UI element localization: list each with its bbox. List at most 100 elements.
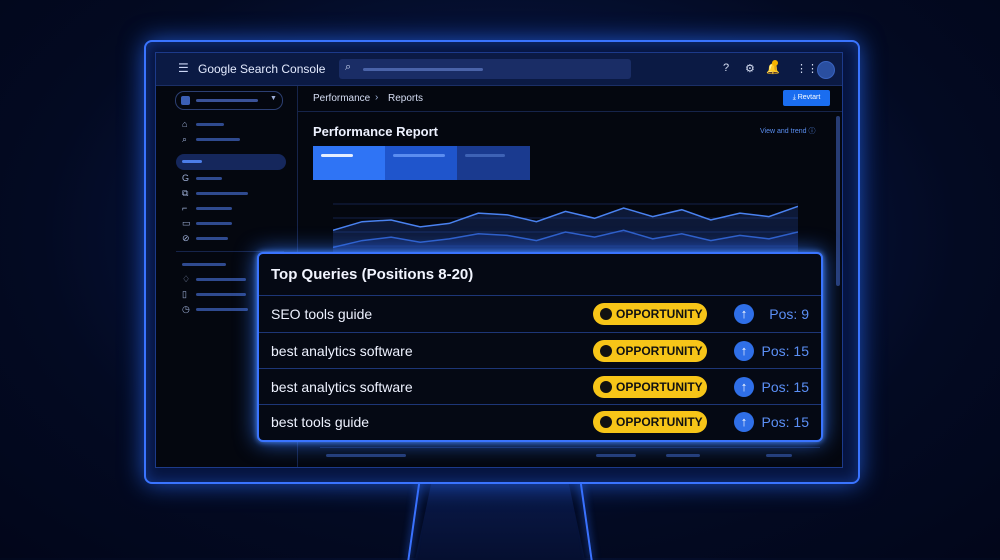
security-icon: ▯ — [182, 289, 187, 299]
history-icon: ◷ — [182, 304, 190, 314]
help-icon[interactable]: ? — [723, 62, 729, 74]
sidebar-section-label — [182, 263, 226, 266]
sidebar-item-label — [196, 237, 228, 240]
experience-icon: ⊘ — [182, 233, 190, 243]
tab-metric-label — [321, 154, 353, 157]
app-brand: Google Search Console — [198, 62, 326, 76]
breadcrumb-performance[interactable]: Performance — [313, 93, 370, 104]
tab-metric-ctr[interactable] — [457, 146, 530, 180]
opportunity-badge: OPPORTUNITY — [593, 303, 707, 325]
google-icon: G — [182, 173, 190, 183]
query-row[interactable]: best analytics software OPPORTUNITY ↑ Po… — [259, 332, 821, 369]
toggle-dot-icon — [600, 381, 612, 393]
bell-icon: ♢ — [182, 274, 191, 284]
avatar[interactable] — [817, 61, 835, 79]
query-text: best analytics software — [271, 343, 413, 359]
badge-label: OPPORTUNITY — [616, 415, 703, 429]
sidebar-item-label — [196, 308, 248, 311]
export-button[interactable]: ⤓ Revtart — [783, 90, 830, 106]
opportunity-badge: OPPORTUNITY — [593, 376, 707, 398]
property-selector[interactable]: ▼ — [175, 91, 283, 110]
query-text: best analytics software — [271, 379, 413, 395]
table-cell — [766, 454, 792, 457]
table-cell — [596, 454, 636, 457]
metric-tabs — [313, 146, 530, 180]
table-row — [320, 447, 820, 462]
sidebar-item-label — [196, 293, 246, 296]
removals-icon: ▭ — [182, 218, 191, 228]
top-app-bar: ☰ Google Search Console ⌕ ? ⚙ 🔔 ⋮⋮ — [156, 53, 842, 86]
tab-metric-label — [465, 154, 505, 157]
query-row[interactable]: best tools guide OPPORTUNITY ↑ Pos: 15 — [259, 404, 821, 439]
menu-icon[interactable]: ☰ — [178, 62, 190, 74]
position-value: Pos: 15 — [761, 343, 809, 359]
sidebar-item-sitemaps[interactable]: ⌐ — [182, 203, 282, 213]
apps-icon[interactable]: ⋮⋮ — [796, 62, 818, 75]
help-icon: ⓘ — [808, 128, 816, 135]
chevron-right-icon: › — [375, 92, 379, 103]
property-icon — [181, 96, 190, 105]
table-cell — [326, 454, 406, 457]
arrow-up-icon[interactable]: ↑ — [734, 341, 754, 361]
toggle-dot-icon — [600, 308, 612, 320]
toggle-dot-icon — [600, 345, 612, 357]
property-name — [196, 99, 258, 102]
query-text: best tools guide — [271, 414, 370, 430]
sidebar-item-removals[interactable]: ▭ — [182, 218, 282, 228]
settings-icon[interactable]: ⚙ — [745, 62, 755, 75]
sidebar-item-experience[interactable]: ⊘ — [182, 233, 282, 243]
search-icon: ⌕ — [182, 134, 188, 144]
query-text: SEO tools guide — [271, 306, 373, 322]
sidebar-item-label — [196, 207, 232, 210]
position-value: Pos: 15 — [761, 379, 809, 395]
sidebar-item-performance[interactable] — [176, 154, 286, 170]
sidebar-item-label — [196, 192, 248, 195]
opportunity-badge: OPPORTUNITY — [593, 411, 707, 433]
home-icon: ⌂ — [182, 119, 188, 129]
search-input[interactable]: ⌕ — [339, 59, 631, 79]
position-value: Pos: 15 — [761, 414, 809, 430]
position-value: Pos: 9 — [769, 306, 809, 322]
badge-label: OPPORTUNITY — [616, 307, 703, 321]
sidebar-item-label — [196, 123, 224, 126]
view-trend-link[interactable]: View and trend ⓘ — [760, 126, 816, 136]
breadcrumb: Performance › Reports ⤓ Revtart — [298, 86, 842, 112]
scrollbar[interactable] — [836, 116, 840, 286]
export-button-label: Revtart — [797, 94, 821, 101]
tab-metric-label — [393, 154, 445, 157]
search-icon: ⌕ — [345, 61, 352, 73]
chevron-down-icon: ▼ — [270, 95, 277, 102]
sidebar-item-overview[interactable]: ⌂ — [182, 119, 282, 129]
arrow-up-icon[interactable]: ↑ — [734, 304, 754, 324]
sidebar-item-pages[interactable]: ⧉ — [182, 188, 282, 198]
query-row[interactable]: best analytics software OPPORTUNITY ↑ Po… — [259, 368, 821, 405]
search-placeholder — [363, 68, 483, 71]
pages-icon: ⧉ — [182, 188, 189, 198]
breadcrumb-reports: Reports — [388, 93, 424, 104]
sidebar-item-label — [196, 177, 222, 180]
sidebar-item-label — [196, 278, 246, 281]
monitor-stand — [415, 480, 585, 560]
badge-label: OPPORTUNITY — [616, 344, 703, 358]
sidebar-item-label — [196, 138, 240, 141]
view-trend-label: View and trend — [760, 128, 807, 135]
opportunity-badge: OPPORTUNITY — [593, 340, 707, 362]
arrow-up-icon[interactable]: ↑ — [734, 377, 754, 397]
performance-chart — [333, 203, 798, 256]
badge-label: OPPORTUNITY — [616, 380, 703, 394]
sidebar-item-url-inspection[interactable]: ⌕ — [182, 134, 282, 144]
query-row[interactable]: SEO tools guide OPPORTUNITY ↑ Pos: 9 — [259, 295, 821, 333]
table-cell — [666, 454, 700, 457]
sidebar-item-google[interactable]: G — [182, 173, 282, 183]
sidebar-item-label — [182, 160, 202, 163]
card-title: Top Queries (Positions 8-20) — [271, 266, 474, 283]
sitemap-icon: ⌐ — [182, 203, 188, 213]
page-title: Performance Report — [313, 124, 438, 139]
arrow-up-icon[interactable]: ↑ — [734, 412, 754, 432]
tab-metric-clicks[interactable] — [313, 146, 385, 180]
tab-metric-impressions[interactable] — [385, 146, 457, 180]
sidebar-item-label — [196, 222, 232, 225]
top-queries-card: Top Queries (Positions 8-20) SEO tools g… — [257, 252, 823, 442]
toggle-dot-icon — [600, 416, 612, 428]
notification-badge — [772, 60, 778, 66]
